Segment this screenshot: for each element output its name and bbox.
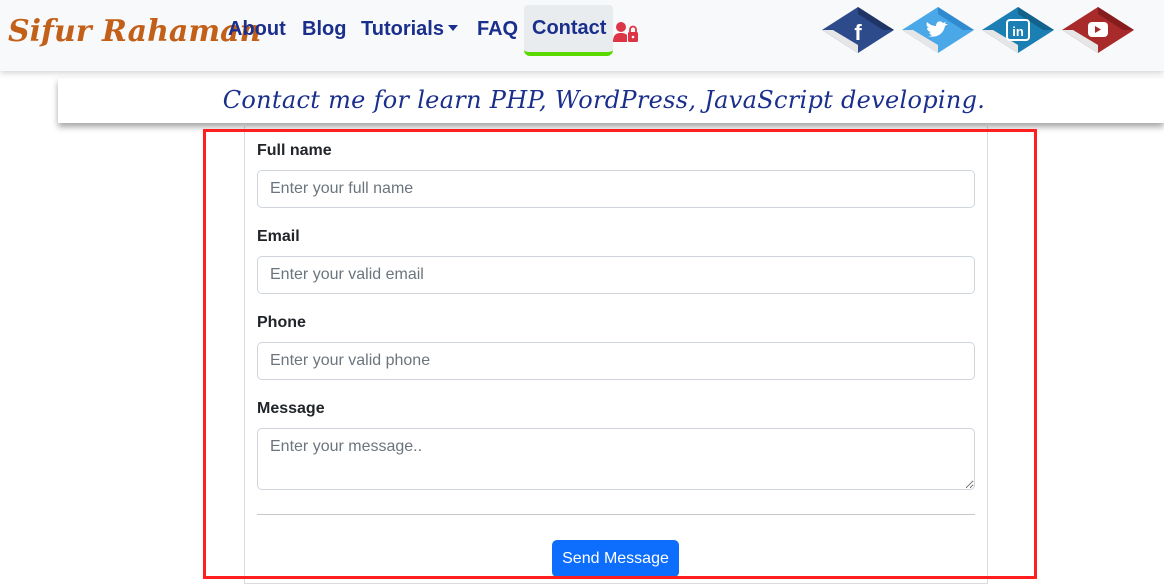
twitter-icon[interactable] [901, 5, 976, 55]
email-input[interactable] [257, 256, 975, 294]
nav-tutorials[interactable]: Tutorials [361, 6, 458, 54]
nav-about[interactable]: About [228, 6, 286, 54]
phone-label: Phone [257, 314, 306, 331]
nav-tutorials-label: Tutorials [361, 18, 444, 40]
form-divider [257, 514, 975, 515]
nav-contact[interactable]: Contact [524, 5, 613, 56]
svg-text:f: f [854, 20, 862, 45]
message-label: Message [257, 400, 325, 417]
navbar: Sifur Rahaman About Blog Tutorials FAQ C… [0, 0, 1164, 71]
linkedin-icon[interactable]: in [981, 5, 1056, 55]
caret-down-icon [447, 25, 458, 32]
full-name-label: Full name [257, 142, 332, 159]
user-lock-icon[interactable] [613, 21, 639, 43]
full-name-input[interactable] [257, 170, 975, 208]
youtube-icon[interactable] [1061, 5, 1136, 55]
brand-logo[interactable]: Sifur Rahaman [8, 12, 261, 52]
nav-faq[interactable]: FAQ [477, 6, 518, 54]
banner-text: Contact me for learn PHP, WordPress, Jav… [222, 86, 986, 114]
facebook-icon[interactable]: f [821, 5, 896, 55]
phone-input[interactable] [257, 342, 975, 380]
message-textarea[interactable] [257, 428, 975, 490]
svg-text:in: in [1012, 24, 1024, 39]
send-message-button[interactable]: Send Message [552, 540, 679, 577]
contact-banner: Contact me for learn PHP, WordPress, Jav… [58, 78, 1164, 123]
nav-blog[interactable]: Blog [302, 6, 346, 54]
email-label: Email [257, 228, 300, 245]
